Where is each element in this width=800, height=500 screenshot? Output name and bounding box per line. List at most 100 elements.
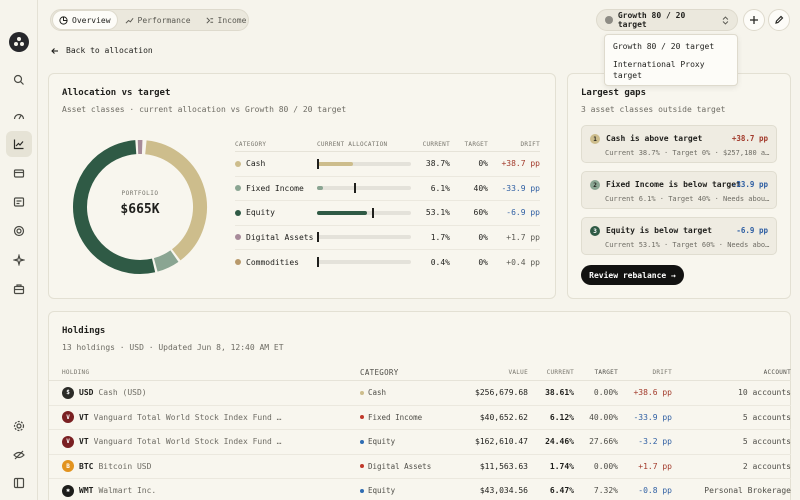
holding-symbol: USD <box>79 388 94 398</box>
holding-row[interactable]: V VT Vanguard Total World Stock Index Fund… <box>49 406 791 430</box>
allocation-row[interactable]: Cash 38.7% 0% +38.7 pp <box>235 152 540 177</box>
allocation-bar <box>317 183 413 194</box>
holding-category: Cash <box>360 388 460 397</box>
drift-value: +1.7 pp <box>506 232 540 242</box>
header-drift: DRIFT <box>652 368 672 376</box>
bar-track <box>317 207 411 218</box>
bar-track <box>317 158 411 169</box>
header-target: TARGET <box>464 141 488 148</box>
allocation-row[interactable]: Equity 53.1% 60% -6.9 pp <box>235 201 540 226</box>
tab-income[interactable]: Income <box>199 11 253 29</box>
holding-current: 6.12% <box>549 412 574 422</box>
holding-name: Vanguard Total World Stock Index Fund ET… <box>93 437 284 447</box>
gap-value: -33.9 pp <box>731 180 768 189</box>
dropdown-item-international[interactable]: International Proxy target <box>605 57 715 83</box>
holding-logo-icon: V <box>62 411 74 424</box>
receipt-icon[interactable] <box>6 189 32 215</box>
gap-detail: Current 38.7% · Target 0% · $257,180 abo… <box>605 149 773 157</box>
holding-account: 10 accounts <box>738 388 791 398</box>
tab-overview[interactable]: Overview <box>53 11 117 29</box>
holding-symbol: WMT <box>79 486 94 496</box>
allocation-row[interactable]: Commodities 0.4% 0% +0.4 pp <box>235 250 540 275</box>
holding-row[interactable]: $ USD Cash (USD) Cash $256,679.68 38.61% 0.00%… <box>49 381 791 406</box>
current-pct: 53.1% <box>425 208 450 218</box>
holding-current: 1.74% <box>549 461 574 471</box>
holding-current: 24.46% <box>545 437 574 447</box>
back-to-allocation-link[interactable]: Back to allocation <box>51 46 153 55</box>
holding-row[interactable]: ✱ WMT Walmart Inc. Equity $43,034.56 6.47% 7.3… <box>49 479 791 500</box>
holding-row[interactable]: V VT Vanguard Total World Stock Index Fund… <box>49 430 791 455</box>
gap-title: Equity is below target <box>606 226 712 235</box>
holding-row[interactable]: B BTC Bitcoin USD Digital Assets $11,563.63 1… <box>49 455 791 479</box>
allocation-category: Fixed Income <box>235 184 317 193</box>
category-label: Digital Assets <box>368 461 432 471</box>
gap-item[interactable]: 2 Fixed Income is below target -33.9 pp Cur… <box>581 171 777 209</box>
holding-name: Cash (USD) <box>98 388 147 398</box>
holding-drift: -0.8 pp <box>638 486 672 496</box>
holdings-subtitle: 13 holdings · USD · Updated Jun 8, 12:40… <box>62 343 284 352</box>
current-pct: 0.4% <box>430 257 450 267</box>
search-icon[interactable] <box>6 67 32 93</box>
add-button[interactable] <box>743 9 765 31</box>
allocation-card: Allocation vs target Asset classes · cur… <box>48 73 556 299</box>
gap-item[interactable]: 3 Equity is below target -6.9 pp Current 53… <box>581 217 777 255</box>
header-current: CURRENT <box>546 368 574 376</box>
holding-value: $43,034.56 <box>479 486 528 496</box>
sidebar-toggle-icon[interactable] <box>6 470 32 496</box>
drift-value: +0.4 pp <box>506 257 540 267</box>
sparkle-icon[interactable] <box>6 247 32 273</box>
holding-account: Personal Brokerage <box>704 486 791 496</box>
target-icon[interactable] <box>6 218 32 244</box>
view-tabs: Overview Performance Income <box>50 9 249 31</box>
dropdown-item-growth[interactable]: Growth 80 / 20 target <box>605 39 737 54</box>
current-pct: 6.1% <box>430 183 450 193</box>
holding-cell: $ USD Cash (USD) <box>62 386 360 399</box>
allocation-subtitle: Asset classes · current allocation vs Gr… <box>62 105 347 114</box>
current-pct: 38.7% <box>425 159 450 169</box>
header-category: CATEGORY <box>235 141 267 148</box>
allocation-bar <box>317 207 413 218</box>
gap-item[interactable]: 1 Cash is above target +38.7 pp Current 38.… <box>581 125 777 163</box>
tab-performance[interactable]: Performance <box>119 11 197 29</box>
allocation-bar <box>317 232 413 243</box>
holding-logo-icon: V <box>62 435 74 448</box>
drift-value: +38.7 pp <box>501 159 540 169</box>
tab-label: Overview <box>72 15 111 25</box>
hide-eye-icon[interactable] <box>6 442 32 468</box>
briefcase-icon[interactable] <box>6 276 32 302</box>
holdings-table-header: HOLDING CATEGORY VALUE CURRENT TARGET DR… <box>49 364 791 381</box>
dashboard-gauge-icon[interactable] <box>6 103 32 129</box>
edit-button[interactable] <box>768 9 790 31</box>
holding-logo-icon: B <box>62 460 74 473</box>
target-select[interactable]: Growth 80 / 20 target <box>596 9 738 31</box>
allocation-bar <box>317 257 413 268</box>
bar-track <box>317 232 411 243</box>
header-current-allocation: CURRENT ALLOCATION <box>317 141 388 148</box>
allocation-row[interactable]: Digital Assets 1.7% 0% +1.7 pp <box>235 226 540 250</box>
holding-value: $256,679.68 <box>475 388 528 398</box>
settings-gear-icon[interactable] <box>6 413 32 439</box>
holding-symbol: BTC <box>79 461 94 471</box>
target-select-label: Growth 80 / 20 target <box>617 11 686 29</box>
holding-value: $11,563.63 <box>479 461 528 471</box>
holding-account: 5 accounts <box>742 437 791 447</box>
overview-icon <box>59 15 68 25</box>
allocation-table-header: CATEGORY CURRENT ALLOCATION CURRENT TARG… <box>235 138 540 152</box>
holding-value: $40,652.62 <box>479 412 528 422</box>
donut-label: PORTFOLIO <box>121 190 159 197</box>
category-label: Equity <box>368 437 396 447</box>
analytics-chart-icon[interactable] <box>6 131 32 157</box>
allocation-row[interactable]: Fixed Income 6.1% 40% -33.9 pp <box>235 177 540 201</box>
header-current: CURRENT <box>422 141 450 148</box>
holding-name: Vanguard Total World Stock Index Fund ET… <box>93 412 284 422</box>
app-logo-icon[interactable] <box>9 32 29 52</box>
holding-target: 40.00% <box>589 412 618 422</box>
review-rebalance-button[interactable]: Review rebalance → <box>581 265 684 285</box>
holding-current: 6.47% <box>549 486 574 496</box>
category-label: Equity <box>246 208 275 218</box>
target-tick <box>317 158 319 169</box>
sidebar <box>0 0 38 500</box>
wallet-icon[interactable] <box>6 160 32 186</box>
largest-gaps-card: Largest gaps 3 asset classes outside tar… <box>567 73 791 299</box>
donut-slice[interactable] <box>153 250 179 272</box>
